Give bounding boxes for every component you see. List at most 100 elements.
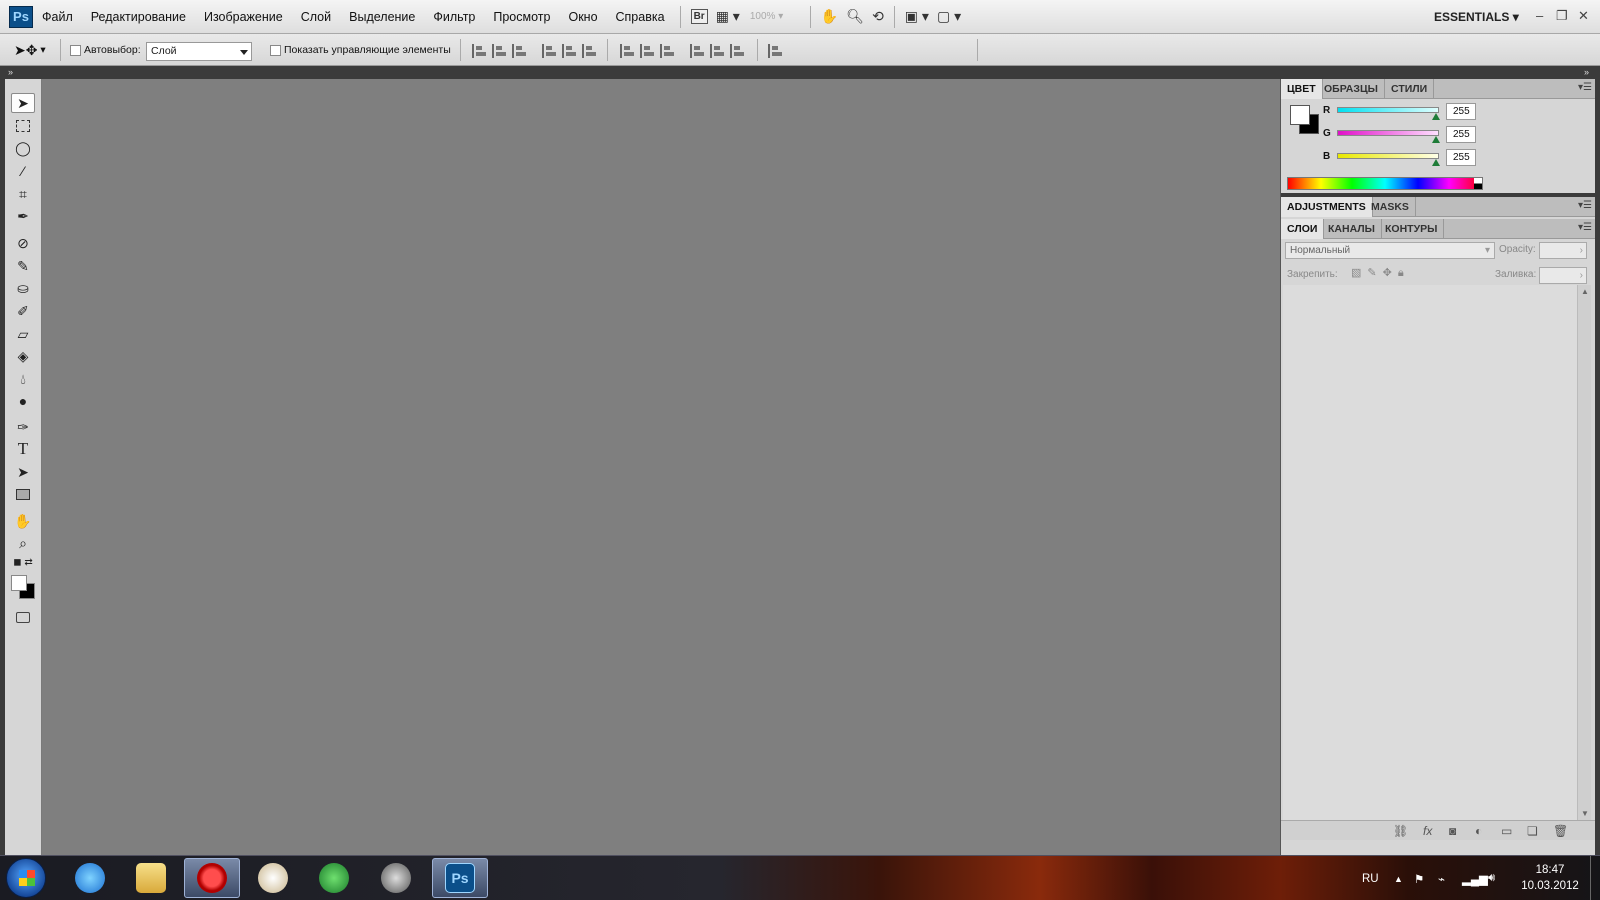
distribute-vertical-centers-icon[interactable] [640,44,656,58]
action-center-icon[interactable]: ⚑ [1414,856,1424,900]
tool-preset-picker[interactable]: ➤✥ ▾ [14,34,46,66]
expand-toolbox-icon[interactable]: » [8,66,13,79]
color-foreground-swatch[interactable] [1290,105,1310,125]
tab-channels[interactable]: КАНАЛЫ [1322,219,1382,239]
quick-selection-tool[interactable]: ⁄ [11,161,35,181]
zoom-tool[interactable]: ⌕ [11,533,35,553]
start-button[interactable] [6,858,46,898]
tab-paths[interactable]: КОНТУРЫ [1379,219,1445,239]
tab-color[interactable]: ЦВЕТ [1281,79,1323,99]
menu-filter[interactable]: Фильтр [424,0,484,34]
network-icon[interactable]: ▂▄▆ [1462,856,1488,900]
move-tool[interactable]: ➤ [11,93,35,113]
slider-thumb-icon[interactable] [1432,159,1440,166]
color-spectrum-ramp[interactable] [1287,177,1483,190]
type-tool[interactable]: T [11,439,35,459]
slider-thumb-icon[interactable] [1432,136,1440,143]
blur-tool[interactable]: 💧︎ [11,369,35,389]
collapse-panels-icon[interactable]: » [1584,66,1589,79]
paint-bucket-tool[interactable]: ◈ [11,346,35,366]
layers-scrollbar[interactable]: ▲ ▼ [1577,285,1591,820]
menu-image[interactable]: Изображение [195,0,292,34]
arrange-documents-button[interactable]: ▣ ▾ [901,6,933,28]
zoom-tool-button[interactable]: 🔍︎ [842,6,868,28]
distribute-bottom-edges-icon[interactable] [660,44,676,58]
distribute-left-edges-icon[interactable] [690,44,706,58]
taskbar-photoshop[interactable]: Ps [432,858,488,898]
trash-icon[interactable]: 🗑︎ [1553,824,1568,838]
menu-help[interactable]: Справка [607,0,674,34]
align-left-edges-icon[interactable] [542,44,558,58]
align-vertical-centers-icon[interactable] [492,44,508,58]
show-controls-checkbox[interactable]: Показать управляющие элементы [270,34,451,66]
hand-tool-button[interactable]: ✋ [817,6,842,28]
taskbar-media-app[interactable] [368,858,424,898]
eyedropper-tool[interactable]: ✒ [11,206,35,226]
healing-brush-tool[interactable]: ⊘ [11,233,35,253]
taskbar-download-manager[interactable] [306,858,362,898]
distribute-top-edges-icon[interactable] [620,44,636,58]
default-colors-button[interactable]: ◼ ⇄ [11,555,35,569]
menu-file[interactable]: Файл [33,0,82,34]
view-extras-button[interactable]: ▦ ▾ [712,6,744,28]
minimize-button[interactable]: – [1536,0,1543,34]
path-selection-tool[interactable]: ➤ [11,462,35,482]
taskbar-opera[interactable] [184,858,240,898]
distribute-horizontal-centers-icon[interactable] [710,44,726,58]
add-mask-icon[interactable]: ◙ [1449,824,1456,838]
tab-adjustments[interactable]: ADJUSTMENTS [1281,197,1373,217]
align-right-edges-icon[interactable] [582,44,598,58]
adjustment-layer-icon[interactable]: ◐ [1475,824,1482,838]
distribute-right-edges-icon[interactable] [730,44,746,58]
marquee-tool[interactable] [11,116,35,136]
restore-button[interactable]: ❐ [1556,0,1568,34]
panel-menu-icon[interactable]: ▾☰ [1578,82,1592,93]
new-layer-icon[interactable]: ❏ [1527,824,1538,838]
history-brush-tool[interactable]: ✐ [11,301,35,321]
system-clock[interactable]: 18:47 10.03.2012 [1510,862,1590,894]
auto-align-layers-icon[interactable] [768,44,784,58]
channel-g-slider[interactable] [1337,130,1439,136]
menu-layer[interactable]: Слой [292,0,340,34]
opacity-field[interactable]: › [1539,242,1587,259]
channel-g-value[interactable]: 255 [1446,126,1476,143]
link-layers-icon[interactable]: ⛓ [1393,824,1408,838]
new-group-icon[interactable]: ▭ [1501,824,1512,838]
brush-tool[interactable]: ✎ [11,256,35,276]
dodge-tool[interactable]: ● [11,391,35,411]
scroll-up-icon[interactable]: ▲ [1581,287,1589,296]
fill-field[interactable]: › [1539,267,1587,284]
align-horizontal-centers-icon[interactable] [562,44,578,58]
menu-view[interactable]: Просмотр [484,0,559,34]
panel-menu-icon[interactable]: ▾☰ [1578,222,1592,233]
screen-mode-button[interactable]: ▢ ▾ [933,6,965,28]
document-canvas-area[interactable] [43,79,1280,855]
auto-select-checkbox[interactable]: Автовыбор: [70,34,141,66]
align-top-edges-icon[interactable] [472,44,488,58]
scroll-down-icon[interactable]: ▼ [1581,809,1589,818]
lock-position-icon[interactable]: ✥ [1383,267,1398,279]
fx-icon[interactable]: fx [1423,824,1432,838]
taskbar-explorer[interactable] [123,858,179,898]
black-white-ramp[interactable] [1474,178,1482,189]
clone-stamp-tool[interactable]: ⛀ [11,278,35,298]
tab-swatches[interactable]: ОБРАЗЦЫ [1318,79,1385,99]
taskbar-internet-explorer[interactable] [62,858,118,898]
menu-select[interactable]: Выделение [340,0,424,34]
eraser-tool[interactable]: ▱ [11,324,35,344]
quick-mask-button[interactable] [11,607,35,627]
auto-select-dropdown[interactable]: Слой [146,42,252,61]
power-icon[interactable]: ⌁ [1438,856,1445,900]
foreground-color-swatch[interactable] [11,575,27,591]
rotate-view-button[interactable]: ⟲ [868,6,888,28]
lock-all-icon[interactable]: 🔒︎ [1398,267,1410,279]
lasso-tool[interactable]: ◯ [11,138,35,158]
zoom-level-field[interactable]: 100% ▾ [744,7,804,27]
channel-r-slider[interactable] [1337,107,1439,113]
menu-window[interactable]: Окно [559,0,606,34]
lock-pixels-icon[interactable]: ✎ [1367,267,1382,279]
volume-icon[interactable]: 🔊︎ [1488,856,1495,900]
lock-transparency-icon[interactable]: ▧ [1351,267,1367,279]
close-button[interactable]: ✕ [1578,0,1589,34]
tab-layers[interactable]: СЛОИ [1281,219,1325,239]
